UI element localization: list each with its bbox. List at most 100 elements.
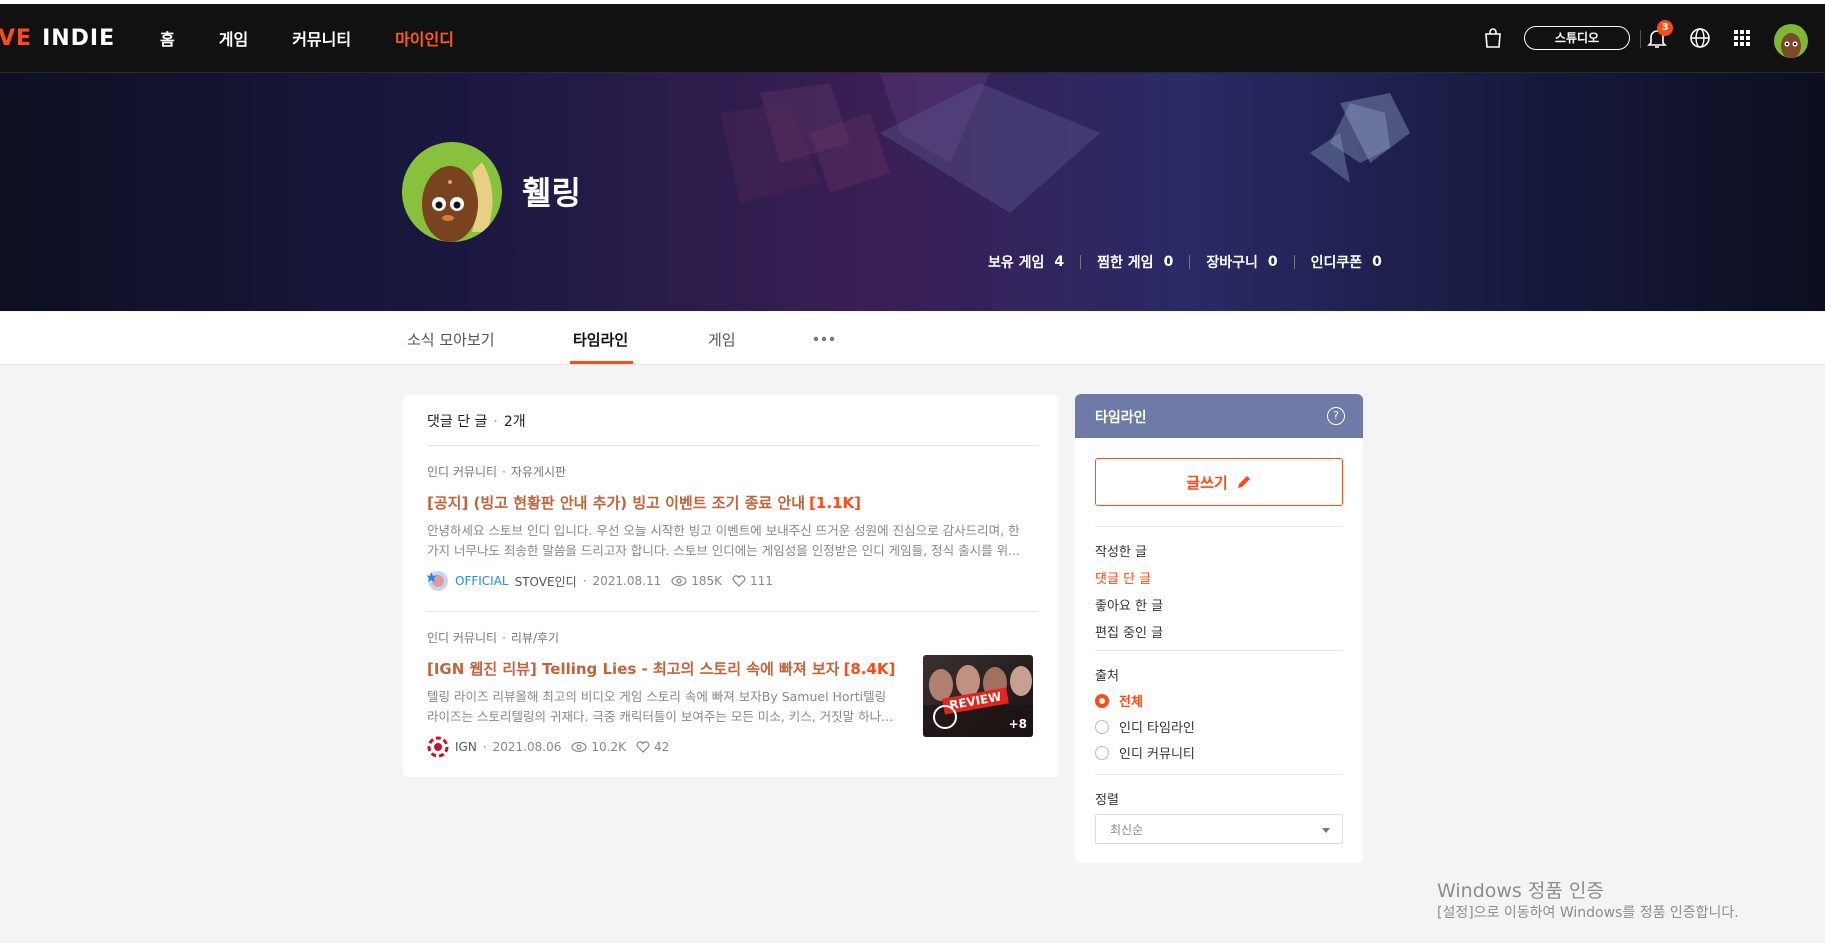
- tab-news[interactable]: 소식 모아보기: [407, 329, 495, 350]
- post-breadcrumb: 인디 커뮤니티 · 자유게시판: [427, 465, 567, 479]
- divider: [1095, 774, 1343, 775]
- write-post-button[interactable]: 글쓰기: [1095, 458, 1343, 506]
- list-item[interactable]: 인디 커뮤니티 · 자유게시판 [공지] (빙고 현황판 안내 추가) 빙고 이벤트…: [426, 463, 1038, 592]
- commented-posts-card: 댓글 단 글 · 2개 인디 커뮤니티 · 자유게시판 [공지] (빙고 현황판 안내 …: [403, 395, 1059, 777]
- post-board[interactable]: 인디 커뮤니티: [427, 465, 497, 479]
- active-tab-indicator: [570, 361, 633, 364]
- logo-text-indie: INDIE: [42, 26, 116, 51]
- divider: [1095, 650, 1343, 651]
- logo[interactable]: VE INDIE: [0, 26, 115, 51]
- radio-button[interactable]: [1095, 719, 1109, 734]
- globe-icon[interactable]: [1688, 26, 1712, 50]
- profile-tabs: 소식 모아보기 타임라인 게임: [0, 312, 1825, 365]
- timeline-sidebar: 타임라인 ? 글쓰기 작성한 글 댓글 단 글 좋아요 한 글 편집 중인 글 …: [1075, 394, 1363, 863]
- author-avatar[interactable]: [426, 570, 449, 592]
- sidebar-item-commented[interactable]: 댓글 단 글: [1095, 568, 1151, 587]
- grid-menu-icon[interactable]: [1730, 26, 1754, 50]
- user-avatar[interactable]: [1774, 24, 1808, 58]
- radio-source-indie-timeline[interactable]: 인디 타임라인: [1095, 717, 1195, 736]
- banner-cube: [1330, 103, 1390, 163]
- stat-owned-games[interactable]: 보유 게임 4: [988, 252, 1064, 272]
- tab-games[interactable]: 게임: [708, 329, 736, 350]
- profile-stats: 보유 게임 4 찜한 게임 0 장바구니 0 인디쿠폰 0: [988, 252, 1382, 272]
- post-likes: 42: [636, 740, 669, 754]
- source-filter-label: 출처: [1095, 669, 1119, 684]
- divider: [427, 445, 1038, 446]
- post-thumbnail[interactable]: REVIEW +8: [923, 655, 1033, 737]
- post-excerpt-line: 가지 너무나도 죄송한 말씀을 드리고자 합니다. 스토브 인디에는 게임성을 …: [427, 543, 1020, 558]
- global-nav-bar: VE INDIE 홈 게임 커뮤니티 마이인디 스튜디오 3: [0, 4, 1825, 73]
- post-author[interactable]: STOVE인디: [515, 573, 577, 590]
- windows-activation-text: [설정]으로 이동하여 Windows를 정품 인증합니다.: [1437, 905, 1739, 921]
- heart-icon: [636, 741, 650, 753]
- eye-icon: [671, 575, 687, 587]
- windows-activation-title: Windows 정품 인증: [1437, 880, 1604, 902]
- pencil-icon: [1237, 476, 1250, 488]
- radio-source-all[interactable]: 전체: [1095, 691, 1143, 710]
- eye-icon: [571, 741, 587, 753]
- author-avatar[interactable]: [427, 736, 449, 758]
- post-excerpt[interactable]: 텔링 라이즈 리뷰올해 최고의 비디오 게임 스토리 속에 빠져 보자By Sa…: [427, 687, 907, 727]
- post-author[interactable]: IGN: [455, 740, 477, 754]
- nav-community[interactable]: 커뮤니티: [292, 26, 351, 50]
- logo-text-stove: VE: [0, 26, 33, 51]
- sidebar-item-my-posts[interactable]: 작성한 글: [1095, 541, 1147, 560]
- sidebar-item-liked[interactable]: 좋아요 한 글: [1095, 595, 1163, 614]
- list-item[interactable]: 인디 커뮤니티 · 리뷰/후기 [IGN 웹진 리뷰] Telling Lies -…: [427, 629, 907, 758]
- main-nav: 홈 게임 커뮤니티 마이인디: [160, 4, 498, 72]
- sort-selected-value: 최신순: [1110, 823, 1144, 837]
- nav-games[interactable]: 게임: [219, 26, 248, 50]
- post-views: 185K: [671, 574, 722, 588]
- radio-label: 인디 커뮤니티: [1119, 747, 1195, 762]
- play-icon[interactable]: [933, 705, 957, 729]
- sort-dropdown[interactable]: 최신순: [1095, 814, 1343, 844]
- write-post-label: 글쓰기: [1186, 473, 1228, 492]
- post-title-text[interactable]: [공지] (빙고 현황판 안내 추가) 빙고 이벤트 조기 종료 안내: [427, 494, 805, 512]
- nav-my-indie[interactable]: 마이인디: [395, 26, 454, 50]
- stat-coupon[interactable]: 인디쿠폰 0: [1311, 252, 1382, 272]
- stat-wishlist[interactable]: 찜한 게임 0: [1097, 252, 1173, 272]
- stat-label: 찜한 게임: [1097, 255, 1154, 271]
- post-excerpt-line: 안녕하세요 스토브 인디 입니다. 우선 오늘 시작한 빙고 이벤트에 보내주신…: [427, 523, 1020, 538]
- stat-value: 0: [1267, 254, 1278, 270]
- views-count: 185K: [691, 574, 722, 588]
- post-excerpt-line: 텔링 라이즈 리뷰올해 최고의 비디오 게임 스토리 속에 빠져 보자By Sa…: [427, 689, 887, 704]
- divider: [1095, 526, 1343, 527]
- stat-label: 장바구니: [1206, 255, 1258, 271]
- studio-button[interactable]: 스튜디오: [1524, 26, 1630, 50]
- post-category[interactable]: 리뷰/후기: [511, 631, 559, 645]
- help-icon[interactable]: ?: [1327, 407, 1345, 425]
- radio-button[interactable]: [1095, 745, 1109, 760]
- radio-source-indie-community[interactable]: 인디 커뮤니티: [1095, 743, 1195, 762]
- header-divider: [1640, 30, 1641, 48]
- more-images-count: +8: [1008, 717, 1027, 731]
- tab-timeline[interactable]: 타임라인: [573, 329, 628, 350]
- stat-value: 4: [1054, 254, 1065, 270]
- heart-icon: [732, 575, 746, 587]
- post-board[interactable]: 인디 커뮤니티: [427, 631, 497, 645]
- profile-banner: [0, 73, 1825, 311]
- post-title[interactable]: [IGN 웹진 리뷰] Telling Lies - 최고의 스토리 속에 빠져…: [427, 658, 907, 679]
- post-meta: IGN · 2021.08.06 10.2K 42: [427, 736, 907, 758]
- stat-divider: [1080, 255, 1082, 269]
- post-comment-count: [8.4K]: [843, 660, 896, 678]
- card-heading-count: 2개: [503, 414, 526, 430]
- divider: [427, 611, 1038, 612]
- post-excerpt[interactable]: 안녕하세요 스토브 인디 입니다. 우선 오늘 시작한 빙고 이벤트에 보내주신…: [427, 521, 1038, 561]
- post-views: 10.2K: [571, 740, 626, 754]
- stat-cart[interactable]: 장바구니 0: [1206, 252, 1277, 272]
- sidebar-header: 타임라인 ?: [1075, 394, 1363, 438]
- views-count: 10.2K: [591, 740, 626, 754]
- sidebar-item-drafts[interactable]: 편집 중인 글: [1095, 622, 1163, 641]
- radio-button[interactable]: [1095, 693, 1109, 708]
- post-title-text[interactable]: [IGN 웹진 리뷰] Telling Lies - 최고의 스토리 속에 빠져…: [427, 660, 839, 678]
- more-icon[interactable]: [813, 336, 835, 342]
- post-title[interactable]: [공지] (빙고 현황판 안내 추가) 빙고 이벤트 조기 종료 안내 [1.1K…: [427, 492, 1038, 513]
- cart-icon[interactable]: [1481, 26, 1505, 50]
- notification-badge: 3: [1657, 20, 1673, 36]
- sort-label: 정렬: [1095, 793, 1119, 808]
- stat-value: 0: [1163, 254, 1174, 270]
- nav-home[interactable]: 홈: [160, 26, 175, 50]
- card-heading-label: 댓글 단 글: [427, 414, 488, 430]
- post-category[interactable]: 자유게시판: [511, 465, 566, 479]
